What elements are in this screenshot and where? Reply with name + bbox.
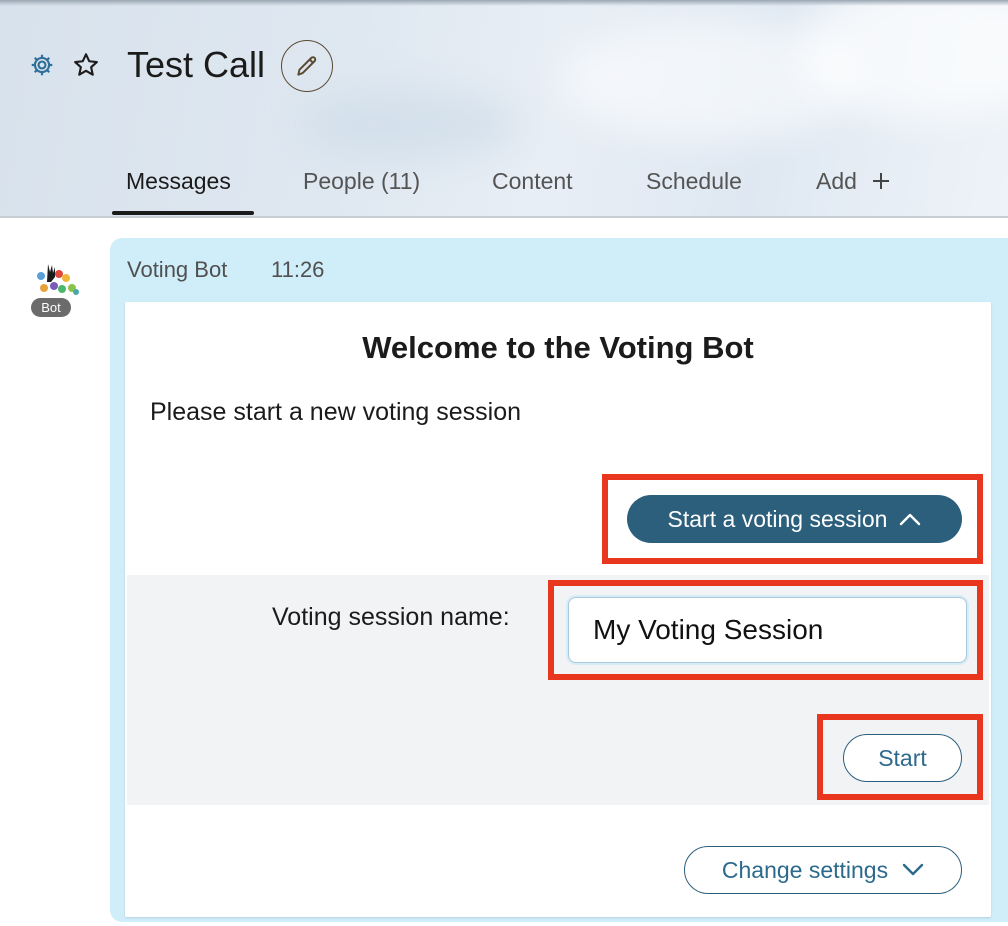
conversation-title: Test Call <box>127 44 266 85</box>
tab-schedule[interactable]: Schedule <box>646 168 742 195</box>
highlight-start-button <box>817 714 983 800</box>
change-settings-label: Change settings <box>721 856 889 883</box>
plus-icon <box>873 173 890 189</box>
chevron-down-icon <box>902 863 924 876</box>
voting-session-name-label: Voting session name: <box>272 603 510 631</box>
tab-people[interactable]: People (11) <box>303 168 420 195</box>
pencil-icon <box>297 56 317 76</box>
card-description: Please start a new voting session <box>150 398 522 426</box>
message-timestamp: 11:26 <box>271 257 325 282</box>
tab-content[interactable]: Content <box>492 168 573 195</box>
change-settings-button[interactable]: Change settings <box>684 846 962 894</box>
tab-messages[interactable]: Messages <box>126 168 231 195</box>
bot-badge: Bot <box>31 298 71 317</box>
star-icon[interactable] <box>72 51 100 79</box>
card-title: Welcome to the Voting Bot <box>362 330 754 365</box>
highlight-session-name <box>548 580 983 680</box>
message-sender: Voting Bot <box>127 257 228 282</box>
active-tab-indicator <box>112 211 254 215</box>
header-divider <box>0 216 1008 218</box>
highlight-start-session <box>602 474 983 564</box>
tab-add[interactable]: Add <box>816 168 891 195</box>
gear-icon[interactable] <box>29 52 55 78</box>
tab-add-label: Add <box>816 168 857 194</box>
edit-title-button[interactable] <box>281 40 333 92</box>
